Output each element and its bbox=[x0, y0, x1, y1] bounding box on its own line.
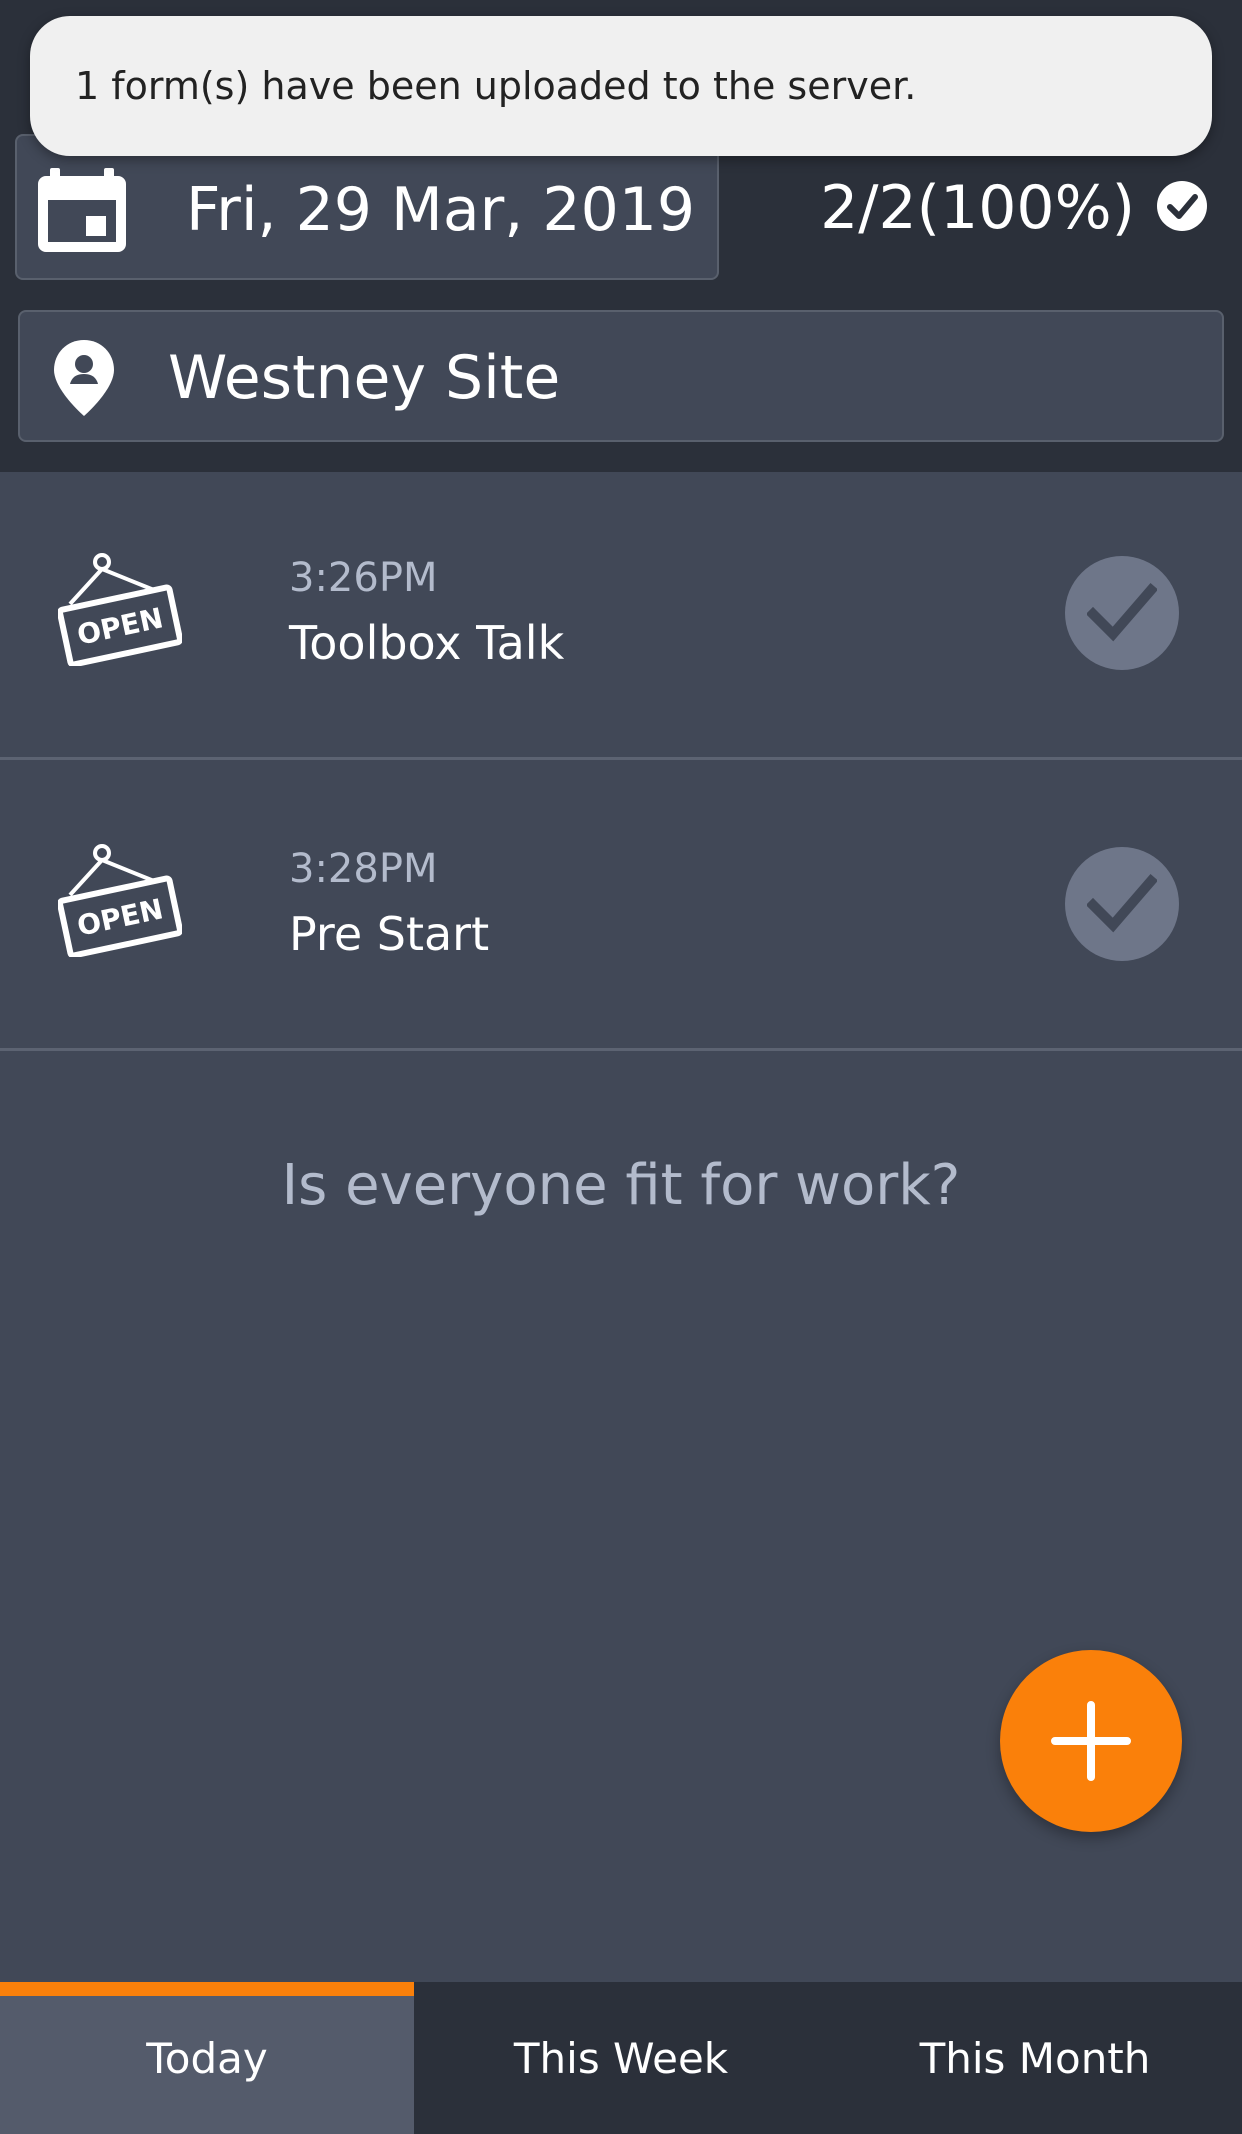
tab-label: Today bbox=[146, 2034, 268, 2083]
fit-for-work-prompt[interactable]: Is everyone fit for work? bbox=[0, 1150, 1242, 1222]
tab-this-month[interactable]: This Month bbox=[828, 1982, 1242, 2134]
add-form-button[interactable] bbox=[1000, 1650, 1182, 1832]
form-list-item[interactable]: OPEN 3:26PM Toolbox Talk bbox=[0, 472, 1242, 760]
svg-text:OPEN: OPEN bbox=[74, 601, 166, 651]
form-complete-button[interactable] bbox=[1065, 556, 1179, 670]
checkmark-icon bbox=[1087, 873, 1157, 933]
site-name: Westney Site bbox=[168, 343, 561, 413]
location-pin-icon bbox=[54, 340, 114, 416]
open-sign-icon: OPEN bbox=[58, 844, 182, 957]
form-list-item[interactable]: OPEN 3:28PM Pre Start bbox=[0, 763, 1242, 1051]
form-title: Toolbox Talk bbox=[289, 616, 565, 670]
bottom-tab-bar: Today This Week This Month bbox=[0, 1982, 1242, 2134]
checkmark-icon bbox=[1087, 582, 1157, 642]
form-time: 3:26PM bbox=[289, 555, 438, 601]
calendar-icon bbox=[38, 168, 126, 252]
form-complete-button[interactable] bbox=[1065, 847, 1179, 961]
form-title: Pre Start bbox=[289, 907, 490, 961]
form-time: 3:28PM bbox=[289, 846, 438, 892]
tab-today[interactable]: Today bbox=[0, 1982, 414, 2134]
tab-label: This Week bbox=[513, 2034, 729, 2083]
tab-this-week[interactable]: This Week bbox=[414, 1982, 828, 2134]
tab-label: This Month bbox=[919, 2034, 1151, 2083]
upload-toast: 1 form(s) have been uploaded to the serv… bbox=[30, 16, 1212, 156]
svg-text:OPEN: OPEN bbox=[74, 892, 166, 942]
check-circle-icon bbox=[1157, 181, 1207, 231]
open-sign-icon: OPEN bbox=[58, 553, 182, 666]
toast-message: 1 form(s) have been uploaded to the serv… bbox=[75, 64, 917, 108]
completion-progress: 2/2(100%) bbox=[820, 173, 1135, 243]
date-value: Fri, 29 Mar, 2019 bbox=[186, 175, 696, 245]
plus-icon bbox=[1051, 1701, 1131, 1781]
